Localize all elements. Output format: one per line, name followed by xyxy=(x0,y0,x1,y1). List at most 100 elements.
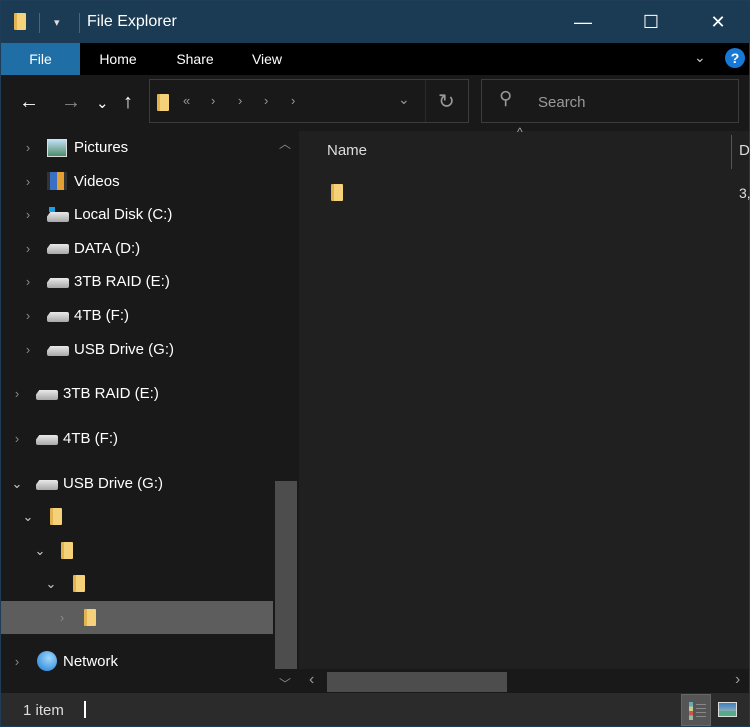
up-button[interactable]: ↑ xyxy=(123,91,133,114)
file-explorer-window: ▾ File Explorer — ☐ ✕ File Home Share Vi… xyxy=(0,0,750,727)
breadcrumb-separator[interactable]: › xyxy=(291,93,295,108)
chevron-down-icon[interactable]: ⌄ xyxy=(45,576,57,592)
tab-file[interactable]: File xyxy=(1,43,80,75)
horizontal-scrollbar[interactable]: ‹ › xyxy=(299,669,749,693)
details-view-icon xyxy=(689,702,693,720)
back-button[interactable]: ← xyxy=(19,91,39,114)
recent-locations-button[interactable]: ⌄ xyxy=(96,94,109,112)
scroll-up-icon[interactable]: ︿ xyxy=(279,135,291,152)
chevron-right-icon[interactable]: › xyxy=(11,654,23,669)
tree-item-4tb-f[interactable]: › 4TB (F:) xyxy=(1,299,273,332)
scroll-right-icon[interactable]: › xyxy=(735,671,740,689)
status-bar: 1 item xyxy=(1,693,749,726)
scroll-down-icon[interactable]: ﹀ xyxy=(279,675,291,692)
quick-access-toolbar-dropdown[interactable]: ▾ xyxy=(54,16,60,29)
navigation-pane: › Pictures › Videos › Local Disk (C:) › … xyxy=(1,131,299,693)
drive-icon xyxy=(47,244,69,262)
chevron-right-icon[interactable]: › xyxy=(22,241,34,256)
chevron-down-icon[interactable]: ⌄ xyxy=(34,543,46,559)
chevron-down-icon[interactable]: ⌄ xyxy=(22,509,34,525)
search-input[interactable]: Search xyxy=(538,94,586,111)
drive-icon xyxy=(47,278,69,296)
tree-item-4tb-f[interactable]: › 4TB (F:) xyxy=(1,422,273,455)
drive-icon xyxy=(36,390,58,408)
tree-item-label: Local Disk (C:) xyxy=(74,206,173,223)
address-bar[interactable]: « › › › › ⌄ ↻ xyxy=(149,79,469,123)
refresh-icon[interactable]: ↻ xyxy=(438,89,455,114)
chevron-right-icon[interactable]: › xyxy=(22,274,34,289)
tree-item-usb-drive-g[interactable]: › USB Drive (G:) xyxy=(1,333,273,366)
chevron-right-icon[interactable]: › xyxy=(56,610,68,625)
chevron-right-icon[interactable]: › xyxy=(22,174,34,189)
column-header-date[interactable]: D xyxy=(739,142,750,159)
scrollbar-thumb[interactable] xyxy=(327,672,507,692)
tree-item-folder[interactable]: ⌄ xyxy=(1,567,273,600)
column-header-name[interactable]: Name xyxy=(327,142,367,159)
large-icons-view-button[interactable] xyxy=(718,702,737,717)
chevron-right-icon[interactable]: › xyxy=(22,207,34,222)
details-view-button[interactable] xyxy=(681,694,711,726)
tree-item-usb-drive-g[interactable]: ⌄ USB Drive (G:) xyxy=(1,467,273,500)
folder-icon xyxy=(157,94,169,111)
tab-share[interactable]: Share xyxy=(165,43,225,75)
chevron-right-icon[interactable]: › xyxy=(22,308,34,323)
breadcrumb-separator[interactable]: › xyxy=(238,93,242,108)
tree-item-videos[interactable]: › Videos xyxy=(1,165,273,198)
breadcrumb-overflow[interactable]: « xyxy=(183,93,190,108)
tree-item-label: DATA (D:) xyxy=(74,240,141,257)
tree-item-network[interactable]: › Network xyxy=(1,645,273,678)
pictures-icon xyxy=(47,139,67,157)
tree-item-folder[interactable]: ⌄ xyxy=(1,500,273,533)
scroll-left-icon[interactable]: ‹ xyxy=(309,671,314,689)
tree-item-folder-selected[interactable]: › xyxy=(1,601,273,634)
folder-icon xyxy=(84,609,96,626)
tree-item-local-disk-c[interactable]: › Local Disk (C:) xyxy=(1,198,273,231)
forward-button[interactable]: → xyxy=(61,91,81,114)
search-icon: ⚲ xyxy=(499,88,513,108)
navigation-pane-scrollbar[interactable]: ︿ ﹀ xyxy=(273,131,299,693)
chevron-right-icon[interactable]: › xyxy=(11,431,23,446)
tree-item-3tb-raid-e[interactable]: › 3TB RAID (E:) xyxy=(1,377,273,410)
maximize-button[interactable]: ☐ xyxy=(628,1,674,43)
tree-item-label: 4TB (F:) xyxy=(74,307,129,324)
scrollbar-thumb[interactable] xyxy=(275,481,297,669)
system-drive-icon xyxy=(47,207,69,226)
help-icon[interactable]: ? xyxy=(725,48,745,68)
folder-icon xyxy=(61,542,73,559)
tab-view[interactable]: View xyxy=(241,43,293,75)
tree-item-folder[interactable]: ⌄ xyxy=(1,534,273,567)
tree-item-data-d[interactable]: › DATA (D:) xyxy=(1,232,273,265)
tree-item-label: Pictures xyxy=(74,139,129,156)
tree-item-label: 4TB (F:) xyxy=(63,430,118,447)
folder-icon xyxy=(73,575,85,592)
chevron-right-icon[interactable]: › xyxy=(22,342,34,357)
ribbon: File Home Share View ⌄ xyxy=(1,43,749,75)
title-bar: ▾ File Explorer — ☐ ✕ xyxy=(1,1,749,43)
tab-home[interactable]: Home xyxy=(87,43,149,75)
item-count: 1 item xyxy=(23,702,64,719)
search-box[interactable]: ⚲ Search xyxy=(481,79,739,123)
drive-icon xyxy=(36,480,58,498)
tree-item-label: Videos xyxy=(74,173,120,190)
divider xyxy=(425,80,426,122)
address-dropdown-icon[interactable]: ⌄ xyxy=(398,91,410,108)
details-lines xyxy=(696,704,706,718)
window-title: File Explorer xyxy=(87,13,177,30)
chevron-right-icon[interactable]: › xyxy=(11,386,23,401)
chevron-right-icon[interactable]: › xyxy=(22,140,34,155)
text-cursor xyxy=(84,701,86,718)
sort-ascending-icon: ^ xyxy=(517,125,523,139)
breadcrumb-separator[interactable]: › xyxy=(264,93,268,108)
tree-item-3tb-raid-e[interactable]: › 3TB RAID (E:) xyxy=(1,265,273,298)
minimize-button[interactable]: — xyxy=(560,1,606,43)
tree-item-pictures[interactable]: › Pictures xyxy=(1,131,273,164)
file-list: ^ Name D 3, ‹ › xyxy=(299,125,750,693)
close-button[interactable]: ✕ xyxy=(695,1,741,43)
column-divider[interactable] xyxy=(731,135,732,169)
tree-item-label: 3TB RAID (E:) xyxy=(63,385,159,402)
expand-ribbon-icon[interactable]: ⌄ xyxy=(694,49,706,66)
chevron-down-icon[interactable]: ⌄ xyxy=(11,476,23,492)
folder-icon[interactable] xyxy=(331,184,343,201)
file-row-date: 3, xyxy=(739,185,750,201)
breadcrumb-separator[interactable]: › xyxy=(211,93,215,108)
